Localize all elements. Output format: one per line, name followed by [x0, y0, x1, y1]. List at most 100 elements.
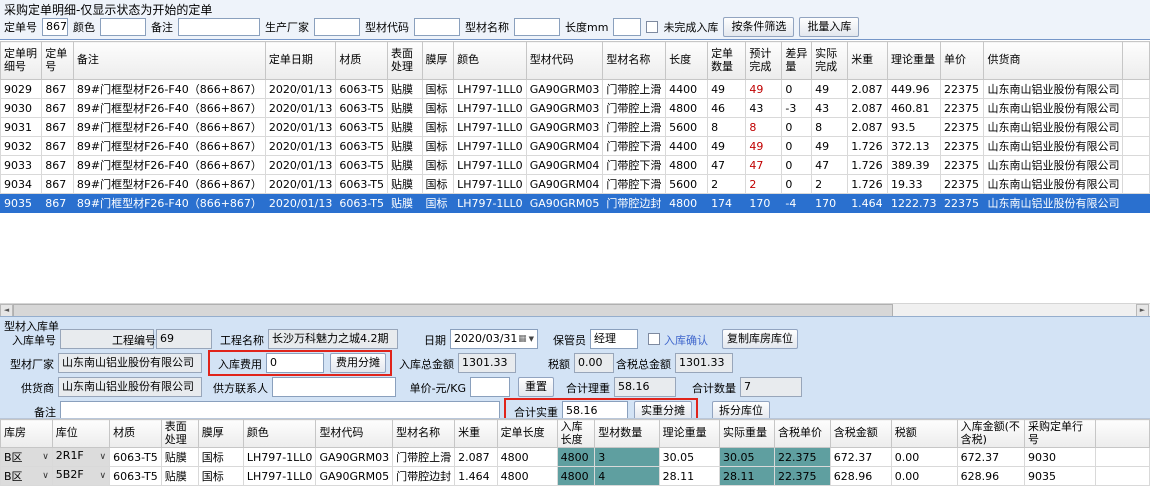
grid-cell[interactable]: 5600 — [666, 175, 708, 194]
grid-cell[interactable]: 170 — [812, 194, 848, 213]
grid-cell[interactable]: 22375 — [941, 194, 984, 213]
grid-cell[interactable]: 2 — [708, 175, 746, 194]
grid-cell[interactable]: 22375 — [941, 175, 984, 194]
dropdown-chevron-icon[interactable]: ∨ — [42, 468, 49, 484]
grid-cell[interactable]: 30.05 — [719, 448, 774, 467]
color-input[interactable] — [100, 18, 146, 36]
grid-cell[interactable]: 门带腔上滑 — [603, 99, 666, 118]
grid-cell[interactable]: 0.00 — [891, 467, 957, 486]
grid-cell[interactable]: 山东南山铝业股份有限公司 — [984, 99, 1123, 118]
order-row[interactable]: 903286789#门框型材F26-F40（866+867）2020/01/13… — [1, 137, 1150, 156]
keeper-field[interactable]: 经理 — [590, 329, 638, 349]
grid-cell[interactable]: 672.37 — [830, 448, 891, 467]
grid-cell[interactable]: 9030 — [1, 99, 42, 118]
grid-cell[interactable]: 0.00 — [891, 448, 957, 467]
grid-cell[interactable]: 89#门框型材F26-F40（866+867） — [73, 118, 265, 137]
grid-cell[interactable]: 4800 — [666, 156, 708, 175]
grid-cell[interactable]: 867 — [42, 118, 74, 137]
grid-cell[interactable]: 国标 — [422, 80, 454, 99]
grid-cell[interactable]: 1.726 — [848, 137, 888, 156]
grid-cell[interactable]: 2020/01/13 — [265, 156, 335, 175]
grid-cell[interactable]: 0 — [782, 137, 812, 156]
grid-cell[interactable]: 46 — [708, 99, 746, 118]
grid-cell[interactable]: GA90GRM05 — [526, 194, 603, 213]
grid-cell[interactable]: 89#门框型材F26-F40（866+867） — [73, 156, 265, 175]
grid-cell[interactable]: 22375 — [941, 80, 984, 99]
profile-code-input[interactable] — [414, 18, 460, 36]
grid-cell[interactable]: 22375 — [941, 137, 984, 156]
grid-cell[interactable]: GA90GRM05 — [316, 467, 393, 486]
grid-cell[interactable]: 8 — [746, 118, 782, 137]
grid-cell[interactable]: 2020/01/13 — [265, 175, 335, 194]
unit-price-input[interactable] — [470, 377, 510, 397]
grid-cell[interactable]: 49 — [708, 137, 746, 156]
grid-cell[interactable]: 贴膜 — [161, 467, 198, 486]
grid-cell[interactable]: 2 — [812, 175, 848, 194]
grid-cell[interactable]: 22375 — [941, 118, 984, 137]
grid-cell[interactable]: 4800 — [557, 467, 595, 486]
grid-cell[interactable]: 贴膜 — [388, 99, 423, 118]
grid-cell[interactable]: 门带腔下滑 — [603, 137, 666, 156]
grid-cell[interactable]: LH797-1LL0 — [454, 194, 527, 213]
fee-input[interactable]: 0 — [266, 353, 324, 373]
grid-cell[interactable]: -3 — [782, 99, 812, 118]
grid-cell[interactable]: 6063-T5 — [336, 80, 388, 99]
grid-cell[interactable]: 6063-T5 — [336, 137, 388, 156]
grid-cell[interactable]: 9035 — [1, 194, 42, 213]
dropdown-chevron-icon[interactable]: ∨ — [99, 468, 106, 484]
inbound-row[interactable]: B区∨5B2F∨6063-T5贴膜国标LH797-1LL0GA90GRM05门带… — [1, 467, 1150, 486]
grid-cell[interactable]: 门带腔边封 — [603, 194, 666, 213]
grid-cell[interactable]: 2.087 — [848, 80, 888, 99]
order-row[interactable]: 903386789#门框型材F26-F40（866+867）2020/01/13… — [1, 156, 1150, 175]
grid-cell[interactable]: 国标 — [198, 448, 243, 467]
grid-cell[interactable]: 1.464 — [848, 194, 888, 213]
grid-cell[interactable]: 0 — [782, 118, 812, 137]
grid-cell[interactable]: 国标 — [422, 118, 454, 137]
grid-cell[interactable]: 672.37 — [957, 448, 1024, 467]
grid-cell[interactable]: 山东南山铝业股份有限公司 — [984, 194, 1123, 213]
grid-cell[interactable]: 89#门框型材F26-F40（866+867） — [73, 137, 265, 156]
grid-cell[interactable]: 2020/01/13 — [265, 137, 335, 156]
grid-cell[interactable]: 0 — [782, 156, 812, 175]
grid-cell[interactable]: 国标 — [422, 99, 454, 118]
grid-cell[interactable]: 8 — [708, 118, 746, 137]
grid-cell[interactable]: LH797-1LL0 — [454, 137, 527, 156]
grid-cell[interactable]: 1.726 — [848, 175, 888, 194]
grid-cell[interactable]: 贴膜 — [388, 156, 423, 175]
grid-cell[interactable]: 5B2F∨ — [52, 467, 109, 486]
grid-cell[interactable]: 19.33 — [887, 175, 940, 194]
grid-cell[interactable]: LH797-1LL0 — [243, 448, 316, 467]
grid-cell[interactable]: 867 — [42, 99, 74, 118]
grid-cell[interactable]: 4800 — [666, 99, 708, 118]
inbound-row[interactable]: B区∨2R1F∨6063-T5贴膜国标LH797-1LL0GA90GRM03门带… — [1, 448, 1150, 467]
grid-cell[interactable]: 867 — [42, 156, 74, 175]
grid-cell[interactable]: 49 — [812, 80, 848, 99]
grid-cell[interactable]: B区∨ — [1, 467, 53, 486]
grid-cell[interactable]: 6063-T5 — [336, 156, 388, 175]
order-row[interactable]: 903586789#门框型材F26-F40（866+867）2020/01/13… — [1, 194, 1150, 213]
grid-cell[interactable]: 89#门框型材F26-F40（866+867） — [73, 99, 265, 118]
grid-cell[interactable]: 170 — [746, 194, 782, 213]
grid-cell[interactable]: 449.96 — [887, 80, 940, 99]
grid-cell[interactable]: 4800 — [497, 448, 557, 467]
grid-cell[interactable]: 6063-T5 — [336, 118, 388, 137]
remark-input[interactable] — [178, 18, 260, 36]
length-input[interactable] — [613, 18, 641, 36]
grid-cell[interactable]: 0 — [782, 175, 812, 194]
grid-cell[interactable]: 22.375 — [774, 448, 830, 467]
grid-cell[interactable]: 22.375 — [774, 467, 830, 486]
grid-cell[interactable]: 9035 — [1024, 467, 1095, 486]
supplier-contact-input[interactable] — [272, 377, 396, 397]
grid-cell[interactable]: 9034 — [1, 175, 42, 194]
grid-cell[interactable]: B区∨ — [1, 448, 53, 467]
grid-cell[interactable]: 372.13 — [887, 137, 940, 156]
grid-cell[interactable]: 门带腔边封 — [393, 467, 455, 486]
grid-cell[interactable]: 867 — [42, 80, 74, 99]
grid-cell[interactable]: 49 — [812, 137, 848, 156]
dropdown-chevron-icon[interactable]: ∨ — [99, 449, 106, 465]
inbound-confirm-checkbox[interactable] — [648, 333, 660, 345]
grid-cell[interactable]: 9033 — [1, 156, 42, 175]
grid-cell[interactable]: 4800 — [497, 467, 557, 486]
grid-cell[interactable]: 5600 — [666, 118, 708, 137]
grid-cell[interactable]: 国标 — [422, 194, 454, 213]
